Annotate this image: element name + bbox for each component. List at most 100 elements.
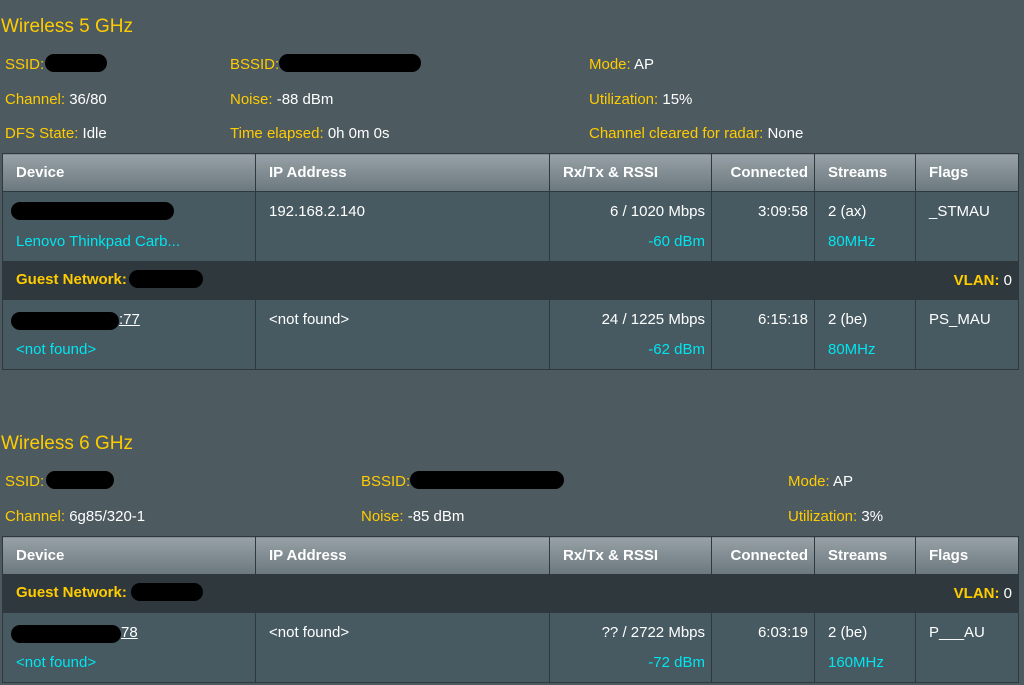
flags-cell: _STMAU — [915, 191, 1019, 262]
dfs-state-value: Idle — [82, 125, 107, 142]
time-elapsed-field: Time elapsed: 0h 0m 0s — [230, 125, 390, 142]
radar-cleared-label: Channel cleared for radar: — [589, 125, 764, 142]
rxtx-rate: ?? / 2722 Mbps — [601, 624, 705, 641]
column-header-streams[interactable]: Streams — [814, 153, 916, 192]
column-header-ip[interactable]: IP Address — [255, 153, 550, 192]
channel-label: Channel: — [5, 508, 66, 525]
noise-field: Noise: -85 dBm — [361, 508, 464, 525]
channel-label: Channel: — [5, 91, 66, 108]
mode-value: AP — [833, 473, 854, 490]
flags-value: P___AU — [929, 624, 985, 641]
table-row: Lenovo Thinkpad Carb... 192.168.2.140 6 … — [2, 191, 1019, 262]
ssid-redacted — [45, 54, 108, 73]
device-name[interactable] — [11, 202, 174, 222]
table-header-row: Device IP Address Rx/Tx & RSSI Connected… — [2, 536, 1019, 575]
guest-network-row: Guest Network: VLAN: 0 — [2, 574, 1019, 613]
rxtx-cell: ?? / 2722 Mbps -72 dBm — [549, 612, 712, 683]
utilization-value: 15% — [662, 91, 693, 108]
ssid-label: SSID: — [5, 56, 45, 73]
connected-cell: 6:15:18 — [711, 299, 815, 370]
utilization-field: Utilization: 15% — [589, 91, 692, 108]
streams-value: 2 (be) — [828, 311, 868, 328]
bandwidth-value: 80MHz — [828, 341, 876, 358]
device-name-link[interactable]: :77 — [119, 311, 140, 328]
rssi-value: -62 dBm — [648, 341, 705, 358]
bssid-redacted — [410, 471, 565, 490]
device-name-link[interactable]: 78 — [121, 624, 138, 641]
channel-field: Channel: 6g85/320-1 — [5, 508, 145, 525]
ssid-redacted — [46, 471, 115, 490]
streams-value: 2 (ax) — [828, 203, 867, 220]
bssid-label: BSSID: — [361, 473, 411, 490]
column-header-connected[interactable]: Connected — [711, 536, 815, 575]
clients-table-6ghz: Device IP Address Rx/Tx & RSSI Connected… — [2, 536, 1019, 683]
utilization-value: 3% — [861, 508, 884, 525]
noise-label: Noise: — [361, 508, 404, 525]
dfs-state-label: DFS State: — [5, 125, 79, 142]
ip-cell: <not found> — [255, 612, 550, 683]
mode-label: Mode: — [589, 56, 631, 73]
radar-cleared-field: Channel cleared for radar: None — [589, 125, 803, 142]
bssid-field: BSSID: — [230, 54, 422, 74]
section-title: Wireless 5 GHz — [1, 16, 133, 37]
device-cell: Lenovo Thinkpad Carb... — [2, 191, 256, 262]
connected-time: 6:03:19 — [757, 624, 808, 641]
table-row: 78 <not found> <not found> ?? / 2722 Mbp… — [2, 612, 1019, 683]
device-name-redacted — [11, 312, 119, 331]
column-header-connected[interactable]: Connected — [711, 153, 815, 192]
utilization-label: Utilization: — [788, 508, 858, 525]
rxtx-cell: 6 / 1020 Mbps -60 dBm — [549, 191, 712, 262]
vlan-cell: VLAN: 0 — [915, 574, 1019, 613]
column-header-rxtx[interactable]: Rx/Tx & RSSI — [549, 536, 712, 575]
column-header-device[interactable]: Device — [2, 536, 256, 575]
column-header-ip[interactable]: IP Address — [255, 536, 550, 575]
guest-network-name-redacted — [128, 269, 203, 288]
device-name-redacted — [11, 202, 174, 221]
streams-cell: 2 (ax) 80MHz — [814, 191, 916, 262]
bssid-label: BSSID: — [230, 56, 280, 73]
device-description: Lenovo Thinkpad Carb... — [16, 233, 180, 250]
radar-cleared-value: None — [767, 125, 804, 142]
column-header-flags[interactable]: Flags — [915, 153, 1019, 192]
device-name[interactable]: :77 — [11, 311, 140, 331]
device-name[interactable]: 78 — [11, 624, 138, 644]
ssid-label: SSID: — [5, 473, 45, 490]
flags-value: _STMAU — [929, 203, 990, 220]
device-description: <not found> — [16, 341, 97, 358]
guest-network-row: Guest Network: VLAN: 0 — [2, 261, 1019, 300]
mode-field: Mode: AP — [788, 473, 853, 490]
vlan-cell: VLAN: 0 — [915, 261, 1019, 300]
streams-value: 2 (be) — [828, 624, 868, 641]
column-header-device[interactable]: Device — [2, 153, 256, 192]
channel-field: Channel: 36/80 — [5, 91, 107, 108]
mode-field: Mode: AP — [589, 56, 654, 73]
column-header-flags[interactable]: Flags — [915, 536, 1019, 575]
table-header-row: Device IP Address Rx/Tx & RSSI Connected… — [2, 153, 1019, 192]
mode-value: AP — [634, 56, 655, 73]
device-cell: 78 <not found> — [2, 612, 256, 683]
device-name-redacted — [11, 625, 121, 644]
flags-cell: P___AU — [915, 612, 1019, 683]
noise-label: Noise: — [230, 91, 273, 108]
connected-time: 6:15:18 — [757, 311, 808, 328]
bandwidth-value: 160MHz — [828, 654, 884, 671]
noise-value: -88 dBm — [276, 91, 334, 108]
flags-value: PS_MAU — [929, 311, 991, 328]
connected-cell: 3:09:58 — [711, 191, 815, 262]
time-elapsed-label: Time elapsed: — [230, 125, 324, 142]
mode-label: Mode: — [788, 473, 830, 490]
connected-time: 3:09:58 — [757, 203, 808, 220]
utilization-field: Utilization: 3% — [788, 508, 883, 525]
streams-cell: 2 (be) 80MHz — [814, 299, 916, 370]
column-header-streams[interactable]: Streams — [814, 536, 916, 575]
channel-value: 36/80 — [69, 91, 107, 108]
ip-address: <not found> — [269, 624, 350, 641]
vlan-value: 0 — [1003, 585, 1012, 602]
guest-network-label: Guest Network: — [16, 271, 127, 289]
column-header-rxtx[interactable]: Rx/Tx & RSSI — [549, 153, 712, 192]
ssid-field: SSID: — [5, 471, 115, 491]
ip-cell: 192.168.2.140 — [255, 191, 550, 262]
device-description: <not found> — [16, 654, 97, 671]
ip-address: <not found> — [269, 311, 350, 328]
guest-network-label: Guest Network: — [16, 584, 127, 602]
